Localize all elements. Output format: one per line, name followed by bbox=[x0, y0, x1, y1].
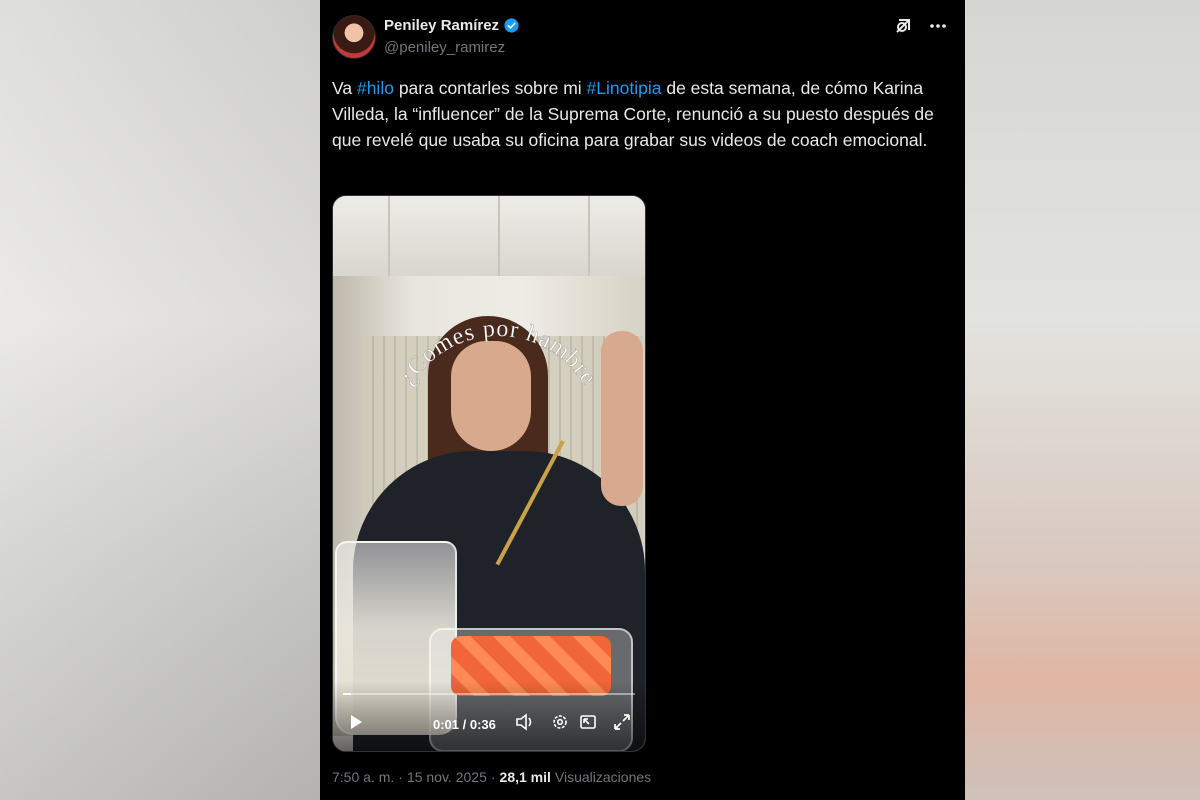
svg-text:¿Comes por hambre: ¿Comes por hambre bbox=[394, 316, 602, 390]
video-overlay-caption: ¿Comes por hambre bbox=[394, 316, 601, 390]
background-left-blur bbox=[0, 0, 320, 800]
footer-separator: · bbox=[490, 769, 496, 785]
footer-separator: · bbox=[398, 769, 403, 785]
post-card: Peniley Ramírez @peniley_ramirez Va #hil… bbox=[320, 0, 965, 800]
video-progress-bar[interactable] bbox=[343, 693, 635, 695]
fullscreen-icon[interactable] bbox=[613, 713, 631, 735]
video-controls: 0:01 / 0:36 bbox=[333, 711, 645, 737]
video-ceiling bbox=[333, 196, 645, 276]
grok-icon[interactable] bbox=[893, 16, 913, 40]
hashtag-link[interactable]: #Linotipia bbox=[587, 78, 662, 98]
post-header-actions bbox=[893, 16, 947, 40]
post-text-part: Va bbox=[332, 78, 357, 98]
video-time: 0:01 / 0:36 bbox=[433, 716, 496, 732]
display-name[interactable]: Peniley Ramírez bbox=[384, 17, 499, 34]
views-count[interactable]: 28,1 mil bbox=[500, 769, 551, 785]
background-right-blur bbox=[965, 0, 1200, 800]
picture-in-picture-icon[interactable] bbox=[579, 713, 597, 735]
post-footer: 7:50 a. m. · 15 nov. 2025 · 28,1 mil Vis… bbox=[332, 769, 651, 785]
author-name-row: Peniley Ramírez bbox=[384, 17, 520, 34]
post-text-part: para contarles sobre mi bbox=[393, 78, 587, 98]
author-handle[interactable]: @peniley_ramirez bbox=[384, 39, 505, 56]
volume-icon[interactable] bbox=[515, 713, 535, 735]
post-date[interactable]: 15 nov. 2025 bbox=[407, 769, 487, 785]
video-overlay-text: ¿Comes por hambre bbox=[394, 316, 602, 390]
post-time[interactable]: 7:50 a. m. bbox=[332, 769, 394, 785]
settings-icon[interactable] bbox=[551, 713, 569, 735]
avatar[interactable] bbox=[332, 15, 376, 59]
verified-badge-icon bbox=[504, 18, 519, 33]
play-icon[interactable] bbox=[349, 714, 363, 734]
hashtag-link[interactable]: #hilo bbox=[357, 78, 394, 98]
post-text: Va #hilo para contarles sobre mi #Linoti… bbox=[332, 75, 952, 153]
video-player[interactable]: ¿Comes por hambre 0:01 / 0:36 bbox=[332, 195, 646, 752]
more-icon[interactable] bbox=[929, 16, 947, 40]
video-progress-fill bbox=[343, 693, 352, 695]
views-label: Visualizaciones bbox=[554, 769, 652, 785]
